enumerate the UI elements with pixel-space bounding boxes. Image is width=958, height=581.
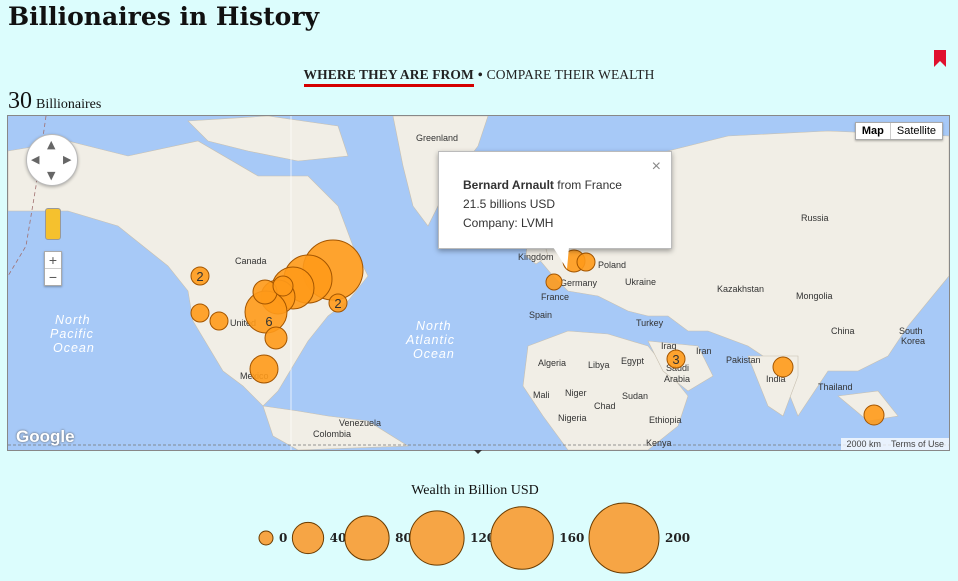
label-thailand: Thailand xyxy=(818,382,853,392)
map-type-control: Map Satellite xyxy=(854,122,943,140)
info-window: × Bernard Arnault from France 21.5 billi… xyxy=(438,151,672,269)
legend-circle xyxy=(291,521,325,555)
label-korea: Korea xyxy=(901,336,925,346)
pan-down-icon[interactable]: ▼ xyxy=(47,170,55,181)
legend-label: 80 xyxy=(395,531,412,545)
nav-separator: • xyxy=(477,67,483,82)
label-france: France xyxy=(541,292,569,302)
label-north-pacific-3: Ocean xyxy=(53,341,95,355)
label-libya: Libya xyxy=(588,360,610,370)
label-iraq: Iraq xyxy=(661,341,677,351)
bubble[interactable] xyxy=(272,275,294,297)
legend-label: 200 xyxy=(665,531,690,545)
google-logo[interactable]: Google xyxy=(16,427,75,447)
label-germany: Germany xyxy=(560,278,598,288)
count-number: 30 xyxy=(8,88,32,114)
bubble[interactable] xyxy=(863,404,885,426)
label-arabia: Arabia xyxy=(664,374,690,384)
label-chad: Chad xyxy=(594,401,616,411)
pan-left-icon[interactable]: ◀ xyxy=(31,154,39,165)
view-nav: WHERE THEY ARE FROM • COMPARE THEIR WEALTH xyxy=(0,67,958,87)
tab-compare-their-wealth[interactable]: COMPARE THEIR WEALTH xyxy=(487,67,655,82)
label-algeria: Algeria xyxy=(538,358,566,368)
map-type-map-button[interactable]: Map xyxy=(856,123,891,139)
legend-circle xyxy=(490,506,554,570)
terms-link[interactable]: Terms of Use xyxy=(886,438,949,450)
tab-where-they-are-from[interactable]: WHERE THEY ARE FROM xyxy=(303,67,474,87)
label-egypt: Egypt xyxy=(621,356,645,366)
label-colombia: Colombia xyxy=(313,429,351,439)
size-legend: 0 40 80 120 160 200 xyxy=(258,502,690,574)
street-view-pegman-icon[interactable] xyxy=(45,208,61,240)
info-company: Company: LVMH xyxy=(463,216,554,230)
cluster-count: 2 xyxy=(334,296,341,311)
bubble[interactable] xyxy=(772,356,794,378)
zoom-in-button[interactable]: + xyxy=(45,252,61,269)
bubble[interactable] xyxy=(264,326,288,350)
label-north-atlantic-3: Ocean xyxy=(413,347,455,361)
label-russia: Russia xyxy=(801,213,829,223)
label-iran: Iran xyxy=(696,346,712,356)
label-poland: Poland xyxy=(598,260,626,270)
billionaire-count: 30 Billionaires xyxy=(8,88,101,115)
cluster-count: 6 xyxy=(265,314,272,329)
label-greenland: Greenland xyxy=(416,133,458,143)
label-kingdom: Kingdom xyxy=(518,252,554,262)
label-kazakhstan: Kazakhstan xyxy=(717,284,764,294)
label-mongolia: Mongolia xyxy=(796,291,833,301)
label-north-pacific-2: Pacific xyxy=(50,327,94,341)
label-niger: Niger xyxy=(565,388,587,398)
label-south: South xyxy=(899,326,923,336)
label-venezuela: Venezuela xyxy=(339,418,381,428)
pan-right-icon[interactable]: ▶ xyxy=(63,154,71,165)
pan-up-icon[interactable]: ▲ xyxy=(47,139,55,150)
world-map[interactable]: Greenland Canada United Mexico Venezuela… xyxy=(7,115,950,451)
label-pakistan: Pakistan xyxy=(726,355,761,365)
map-attribution: 2000 km Terms of Use xyxy=(841,438,949,450)
page-title: Billionaires in History xyxy=(8,2,320,31)
label-sudan: Sudan xyxy=(622,391,648,401)
map-type-satellite-button[interactable]: Satellite xyxy=(891,123,942,139)
cluster-count: 3 xyxy=(672,352,679,367)
legend-circle xyxy=(344,515,390,561)
zoom-control: + − xyxy=(44,251,62,286)
legend-circle xyxy=(588,502,660,574)
legend-label: 160 xyxy=(559,531,584,545)
label-nigeria: Nigeria xyxy=(558,413,587,423)
bubble[interactable] xyxy=(209,311,229,331)
label-canada: Canada xyxy=(235,256,267,266)
label-north-atlantic-2: Atlantic xyxy=(405,333,455,347)
label-ethiopia: Ethiopia xyxy=(649,415,682,425)
scale-bar: 2000 km xyxy=(846,439,881,449)
bubble[interactable] xyxy=(249,354,279,384)
legend-circle xyxy=(258,530,274,546)
legend-label: 0 xyxy=(279,531,287,545)
zoom-out-button[interactable]: − xyxy=(45,269,61,285)
info-wealth: 21.5 billions USD xyxy=(463,197,556,211)
legend-label: 40 xyxy=(330,531,347,545)
bubble[interactable] xyxy=(576,252,596,272)
info-name: Bernard Arnault xyxy=(463,178,554,192)
bubble[interactable] xyxy=(190,303,210,323)
label-ukraine: Ukraine xyxy=(625,277,656,287)
label-turkey: Turkey xyxy=(636,318,664,328)
info-from: from France xyxy=(557,178,622,192)
pan-control[interactable]: ▲ ▼ ◀ ▶ xyxy=(26,134,78,186)
close-icon[interactable]: × xyxy=(652,158,661,176)
cluster-count: 2 xyxy=(196,269,203,284)
label-north-pacific-1: North xyxy=(55,313,91,327)
label-kenya: Kenya xyxy=(646,438,672,448)
caret-down-icon xyxy=(474,450,482,454)
label-mali: Mali xyxy=(533,390,550,400)
info-window-tail xyxy=(553,247,569,269)
label-spain: Spain xyxy=(529,310,552,320)
legend-circle xyxy=(409,510,465,566)
bookmark-icon[interactable] xyxy=(933,50,947,68)
label-north-atlantic-1: North xyxy=(416,319,452,333)
count-label: Billionaires xyxy=(36,97,102,112)
label-china: China xyxy=(831,326,855,336)
bubble[interactable] xyxy=(545,273,563,291)
